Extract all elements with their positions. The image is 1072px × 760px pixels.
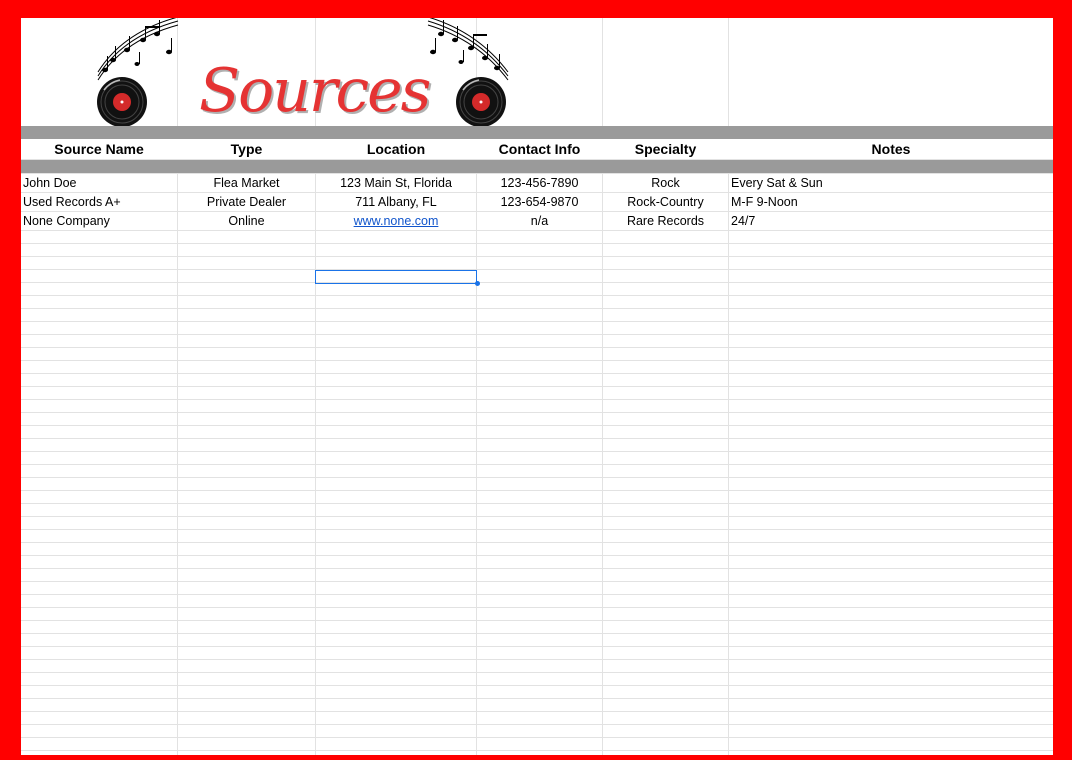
cell-specialty[interactable]: Rare Records bbox=[603, 212, 728, 231]
grid-row-line bbox=[21, 503, 1053, 504]
grid-row-line bbox=[21, 308, 1053, 309]
cell-type[interactable]: Flea Market bbox=[178, 174, 315, 193]
sheet-title: Sources bbox=[199, 56, 431, 126]
cell-notes[interactable]: Every Sat & Sun bbox=[729, 174, 1051, 193]
grid-row-line bbox=[21, 672, 1053, 673]
grid-row-line bbox=[21, 685, 1053, 686]
cell-type[interactable]: Online bbox=[178, 212, 315, 231]
column-header[interactable]: Specialty bbox=[603, 139, 728, 159]
grid-row-line bbox=[21, 607, 1053, 608]
grid-row-line bbox=[21, 568, 1053, 569]
header-row: Source Name Type Location Contact Info S… bbox=[21, 139, 1053, 159]
grid-row-line bbox=[21, 347, 1053, 348]
column-header[interactable]: Notes bbox=[729, 139, 1053, 159]
grid-row-line bbox=[21, 334, 1053, 335]
grid-row-line bbox=[21, 425, 1053, 426]
music-notes-icon bbox=[97, 18, 179, 81]
grid-row-line bbox=[21, 711, 1053, 712]
location-link[interactable]: www.none.com bbox=[354, 214, 439, 228]
grid-row-line bbox=[21, 659, 1053, 660]
grid-row-line bbox=[21, 412, 1053, 413]
cell-contact[interactable]: 123-456-7890 bbox=[477, 174, 602, 193]
grid-row-line bbox=[21, 724, 1053, 725]
grid-row-line bbox=[21, 594, 1053, 595]
grid-row-line bbox=[21, 750, 1053, 751]
active-cell-selection[interactable] bbox=[315, 270, 477, 284]
cell-source-name[interactable]: None Company bbox=[21, 212, 175, 231]
grid-row-line bbox=[21, 529, 1053, 530]
column-header[interactable]: Contact Info bbox=[477, 139, 602, 159]
grid-row-line bbox=[21, 633, 1053, 634]
cell-location[interactable]: www.none.com bbox=[316, 212, 476, 231]
grid-row-line bbox=[21, 256, 1053, 257]
grid-row-line bbox=[21, 282, 1053, 283]
divider-band bbox=[21, 160, 1053, 173]
cell-location[interactable]: 711 Albany, FL bbox=[316, 193, 476, 212]
grid-row-line bbox=[21, 620, 1053, 621]
cell-notes[interactable]: 24/7 bbox=[729, 212, 1051, 231]
grid-row-line bbox=[21, 542, 1053, 543]
grid-row-line bbox=[21, 646, 1053, 647]
cell-specialty[interactable]: Rock-Country bbox=[603, 193, 728, 212]
grid-row-line bbox=[21, 555, 1053, 556]
cell-source-name[interactable]: John Doe bbox=[21, 174, 175, 193]
cell-contact[interactable]: 123-654-9870 bbox=[477, 193, 602, 212]
cell-specialty[interactable]: Rock bbox=[603, 174, 728, 193]
spreadsheet-grid: Sources Source Name Type Location Contac… bbox=[21, 18, 1053, 755]
divider-band bbox=[21, 126, 1053, 139]
column-header[interactable]: Type bbox=[178, 139, 315, 159]
grid-row-line bbox=[21, 360, 1053, 361]
vinyl-record-icon bbox=[456, 77, 506, 127]
music-notes-icon bbox=[427, 18, 509, 81]
grid-row-line bbox=[21, 698, 1053, 699]
cell-type[interactable]: Private Dealer bbox=[178, 193, 315, 212]
grid-row-line bbox=[21, 581, 1053, 582]
cell-contact[interactable]: n/a bbox=[477, 212, 602, 231]
vinyl-record-icon bbox=[97, 77, 147, 127]
cell-source-name[interactable]: Used Records A+ bbox=[21, 193, 175, 212]
grid-row-line bbox=[21, 438, 1053, 439]
grid-row-line bbox=[21, 243, 1053, 244]
grid-row-line bbox=[21, 399, 1053, 400]
cell-notes[interactable]: M-F 9-Noon bbox=[729, 193, 1051, 212]
grid-row-line bbox=[21, 451, 1053, 452]
grid-row-line bbox=[21, 737, 1053, 738]
grid-row-line bbox=[21, 321, 1053, 322]
grid-row-line bbox=[21, 490, 1053, 491]
fill-handle[interactable] bbox=[475, 281, 480, 286]
grid-row-line bbox=[21, 295, 1053, 296]
grid-row-line bbox=[21, 386, 1053, 387]
grid-row-line bbox=[21, 516, 1053, 517]
column-header[interactable]: Location bbox=[316, 139, 476, 159]
grid-row-line bbox=[21, 477, 1053, 478]
cell-location[interactable]: 123 Main St, Florida bbox=[316, 174, 476, 193]
grid-row-line bbox=[21, 269, 1053, 270]
grid-row-line bbox=[21, 373, 1053, 374]
column-header[interactable]: Source Name bbox=[21, 139, 177, 159]
grid-row-line bbox=[21, 464, 1053, 465]
